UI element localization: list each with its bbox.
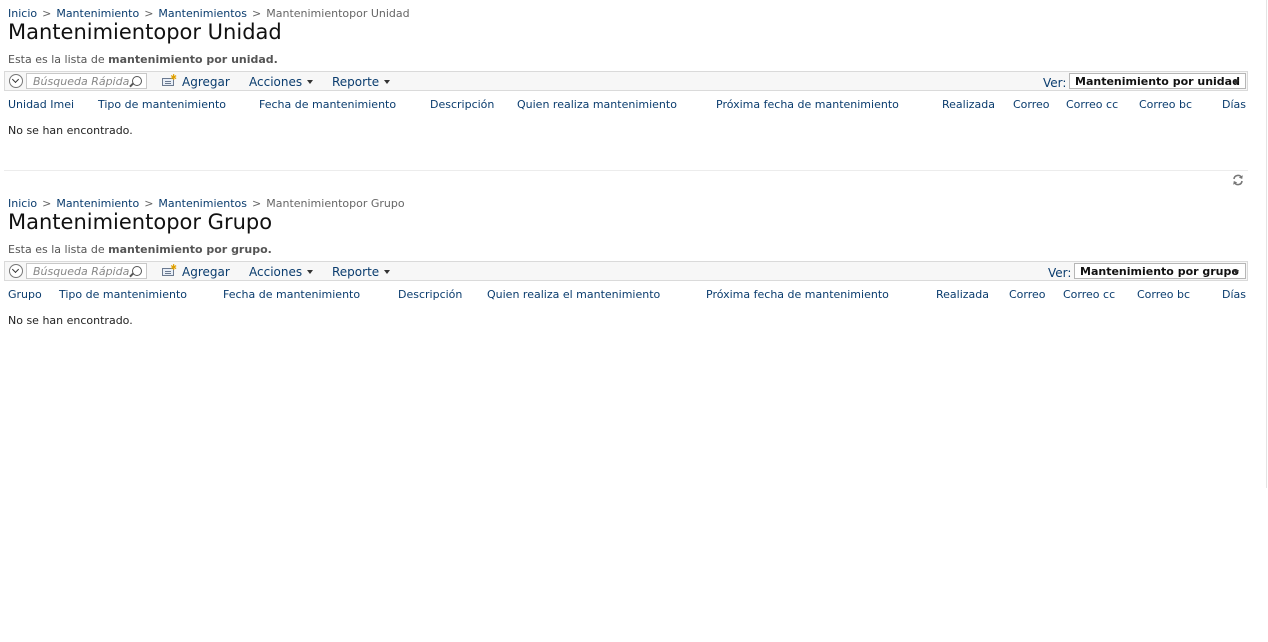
view-select[interactable]: Mantenimiento por unidad: [1069, 73, 1246, 89]
breadcrumb-mantenimiento[interactable]: Mantenimiento: [56, 197, 139, 210]
empty-message: No se han encontrado.: [8, 314, 133, 327]
breadcrumb-current: Mantenimientopor Grupo: [266, 197, 405, 210]
view-label: Ver:: [1043, 76, 1067, 90]
column-header[interactable]: Correo bc: [1137, 288, 1190, 301]
breadcrumb-separator: >: [42, 197, 52, 210]
column-header[interactable]: Fecha de mantenimiento: [259, 98, 396, 111]
report-label: Reporte: [332, 265, 380, 279]
column-header[interactable]: Descripción: [398, 288, 462, 301]
description-prefix: Esta es la lista de: [8, 243, 105, 256]
breadcrumb-separator: >: [42, 7, 52, 20]
breadcrumb-separator: >: [252, 7, 262, 20]
column-header[interactable]: Descripción: [430, 98, 494, 111]
view-select-value: Mantenimiento por grupo: [1080, 265, 1239, 278]
page-description: Esta es la lista de mantenimiento por un…: [8, 53, 278, 66]
view-label: Ver:: [1048, 266, 1072, 280]
actions-label: Acciones: [249, 75, 303, 89]
column-header[interactable]: Días: [1222, 288, 1246, 301]
empty-message: No se han encontrado.: [8, 124, 133, 137]
actions-menu[interactable]: Acciones: [249, 265, 314, 279]
section-grupo: Inicio > Mantenimiento > Mantenimientos > Mant…: [0, 190, 1250, 340]
description-bold: mantenimiento por unidad.: [108, 53, 278, 66]
toolbar: ✱ Agregar Acciones Reporte Ver: Mantenim…: [4, 71, 1248, 91]
column-header[interactable]: Unidad Imei: [8, 98, 74, 111]
caret-down-icon: [1233, 270, 1239, 274]
actions-menu[interactable]: Acciones: [249, 75, 314, 89]
add-button[interactable]: Agregar: [182, 265, 230, 279]
search-input[interactable]: [27, 264, 133, 278]
quick-search: [26, 263, 147, 279]
column-header[interactable]: Correo cc: [1063, 288, 1115, 301]
page-title: Mantenimientopor Unidad: [8, 20, 282, 44]
breadcrumb-separator: >: [144, 7, 154, 20]
add-button[interactable]: Agregar: [182, 75, 230, 89]
column-header[interactable]: Quien realiza mantenimiento: [517, 98, 677, 111]
column-header[interactable]: Próxima fecha de mantenimiento: [706, 288, 889, 301]
column-header[interactable]: Fecha de mantenimiento: [223, 288, 360, 301]
chevron-down-circle-icon[interactable]: [9, 74, 23, 88]
column-header[interactable]: Días: [1222, 98, 1246, 111]
refresh-icon[interactable]: [1232, 174, 1244, 186]
caret-down-icon: [384, 270, 391, 274]
breadcrumb-mantenimientos[interactable]: Mantenimientos: [158, 7, 247, 20]
page-description: Esta es la lista de mantenimiento por gr…: [8, 243, 272, 256]
description-prefix: Esta es la lista de: [8, 53, 105, 66]
chevron-down-circle-icon[interactable]: [9, 264, 23, 278]
toolbar: ✱ Agregar Acciones Reporte Ver: Mantenim…: [4, 261, 1248, 281]
breadcrumb-mantenimientos[interactable]: Mantenimientos: [158, 197, 247, 210]
column-header[interactable]: Quien realiza el mantenimiento: [487, 288, 660, 301]
column-header[interactable]: Realizada: [942, 98, 995, 111]
view-select-value: Mantenimiento por unidad: [1075, 75, 1240, 88]
breadcrumb: Inicio > Mantenimiento > Mantenimientos > Mant…: [8, 7, 410, 20]
breadcrumb-inicio[interactable]: Inicio: [8, 197, 37, 210]
breadcrumb-separator: >: [252, 197, 262, 210]
report-menu[interactable]: Reporte: [332, 75, 391, 89]
right-border: [1266, 0, 1267, 488]
caret-down-icon: [307, 270, 314, 274]
view-select[interactable]: Mantenimiento por grupo: [1074, 263, 1246, 279]
breadcrumb: Inicio > Mantenimiento > Mantenimientos > Mant…: [8, 197, 405, 210]
search-icon[interactable]: [132, 76, 142, 86]
column-header[interactable]: Correo bc: [1139, 98, 1192, 111]
report-menu[interactable]: Reporte: [332, 265, 391, 279]
breadcrumb-current: Mantenimientopor Unidad: [266, 7, 410, 20]
report-label: Reporte: [332, 75, 380, 89]
page-title: Mantenimientopor Grupo: [8, 210, 273, 234]
quick-search: [26, 73, 147, 89]
column-header[interactable]: Grupo: [8, 288, 42, 301]
actions-label: Acciones: [249, 265, 303, 279]
column-header[interactable]: Correo: [1013, 98, 1050, 111]
column-header[interactable]: Tipo de mantenimiento: [59, 288, 187, 301]
section-unidad: Inicio > Mantenimiento > Mantenimientos > Mant…: [0, 0, 1250, 170]
description-bold: mantenimiento por grupo.: [108, 243, 272, 256]
add-record-icon[interactable]: ✱: [162, 74, 177, 87]
caret-down-icon: [384, 80, 391, 84]
caret-down-icon: [1233, 80, 1239, 84]
add-record-icon[interactable]: ✱: [162, 264, 177, 277]
caret-down-icon: [307, 80, 314, 84]
search-input[interactable]: [27, 74, 133, 88]
column-header[interactable]: Tipo de mantenimiento: [98, 98, 226, 111]
search-icon[interactable]: [132, 266, 142, 276]
column-header[interactable]: Correo cc: [1066, 98, 1118, 111]
refresh-bar: [4, 170, 1248, 191]
column-header[interactable]: Correo: [1009, 288, 1046, 301]
column-header[interactable]: Próxima fecha de mantenimiento: [716, 98, 899, 111]
column-header[interactable]: Realizada: [936, 288, 989, 301]
breadcrumb-mantenimiento[interactable]: Mantenimiento: [56, 7, 139, 20]
breadcrumb-inicio[interactable]: Inicio: [8, 7, 37, 20]
breadcrumb-separator: >: [144, 197, 154, 210]
